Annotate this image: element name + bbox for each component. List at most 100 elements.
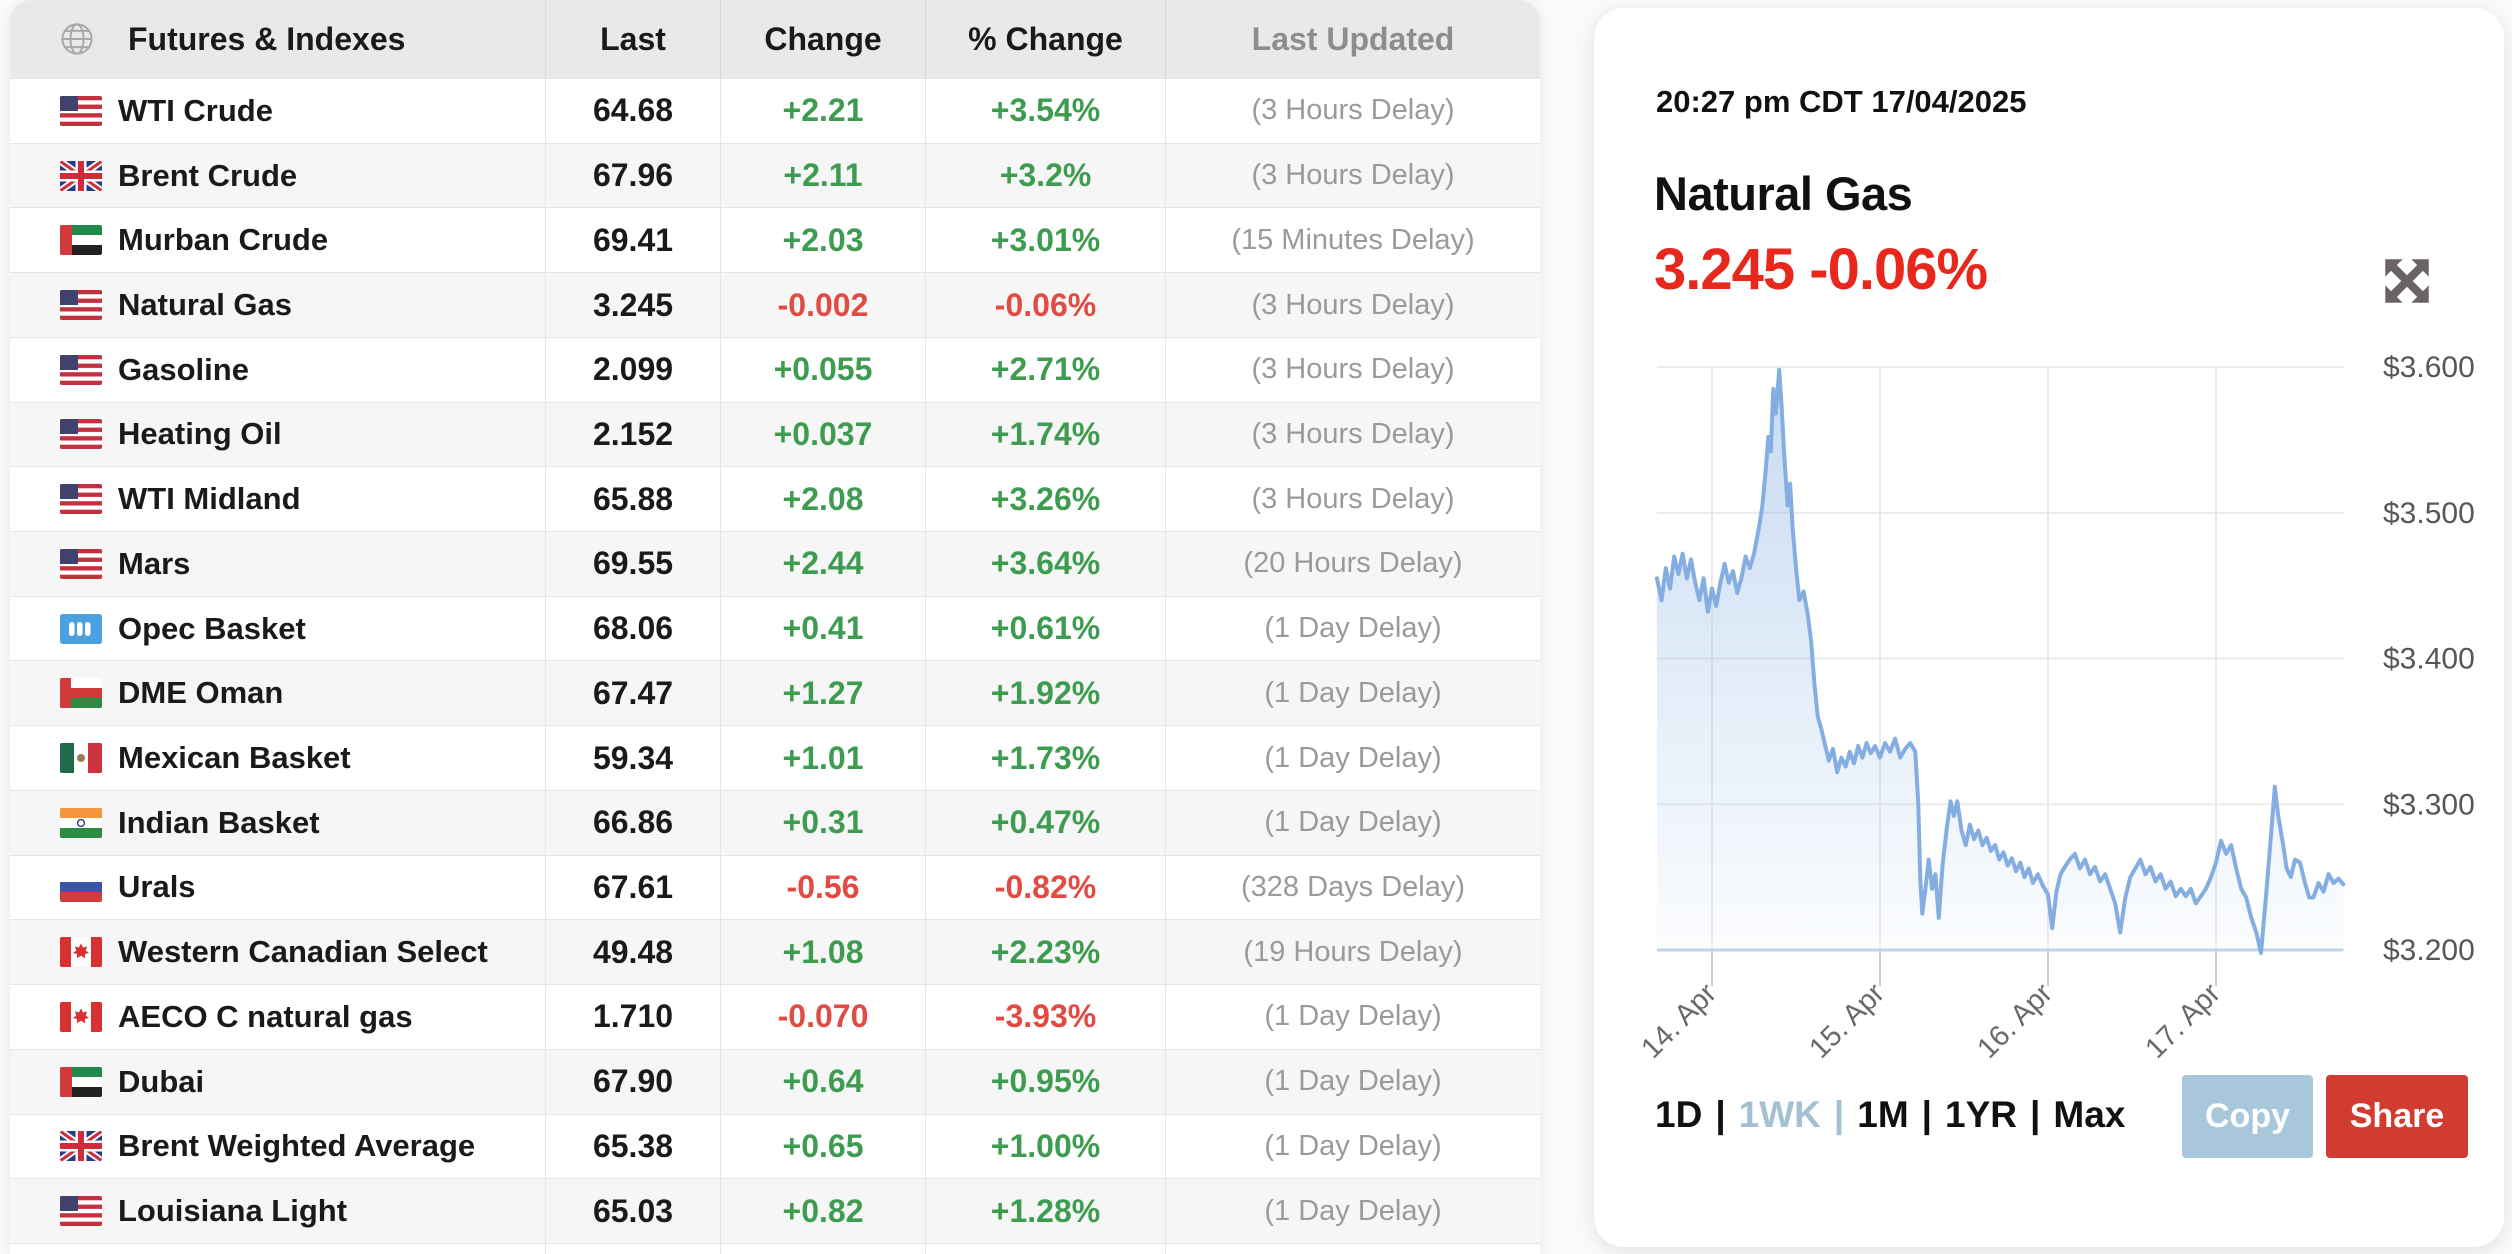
commodity-name-cell[interactable]: Western Canadian Select — [10, 920, 545, 984]
commodity-name-cell[interactable]: WTI Crude — [10, 79, 545, 143]
pct-change-cell: -0.06% — [925, 273, 1165, 337]
range-1d[interactable]: 1D — [1655, 1094, 1702, 1136]
change-cell: +0.055 — [720, 338, 925, 402]
table-header: Futures & Indexes Last Change % Change L… — [10, 0, 1540, 78]
table-row[interactable]: Heating Oil2.152+0.037+1.74%(3 Hours Del… — [10, 402, 1540, 467]
pct-change-cell: +2.23% — [925, 920, 1165, 984]
table-row[interactable]: Mars69.55+2.44+3.64%(20 Hours Delay) — [10, 531, 1540, 596]
last-updated-cell: (20 Hours Delay) — [1165, 532, 1540, 596]
instrument-price-change: 3.245 -0.06% — [1654, 236, 1987, 303]
table-row[interactable]: Urals67.61-0.56-0.82%(328 Days Delay) — [10, 855, 1540, 920]
y-axis-label: $3.600 — [2383, 351, 2475, 384]
ca-flag-icon — [60, 1002, 102, 1032]
commodity-name-cell[interactable]: AECO C natural gas — [10, 985, 545, 1049]
range-1yr[interactable]: 1YR — [1945, 1094, 2017, 1136]
pct-change-cell: +1.92% — [925, 661, 1165, 725]
last-updated-cell: (1 Day Delay) — [1165, 661, 1540, 725]
expand-arrows-icon[interactable] — [2378, 252, 2436, 310]
table-row[interactable]: DME Oman67.47+1.27+1.92%(1 Day Delay) — [10, 660, 1540, 725]
pct-change-cell: +1.73% — [925, 726, 1165, 790]
table-row[interactable]: WTI Midland65.88+2.08+3.26%(3 Hours Dela… — [10, 466, 1540, 531]
last-price-cell: 2.152 — [545, 403, 720, 467]
pct-change-cell: +0.95% — [925, 1050, 1165, 1114]
commodity-name-cell[interactable]: Mexican Basket — [10, 726, 545, 790]
last-updated-cell: (3 Hours Delay) — [1165, 273, 1540, 337]
header-label-last-updated: Last Updated — [1165, 0, 1540, 78]
commodity-name-cell[interactable]: Brent Crude — [10, 144, 545, 208]
commodity-name-cell[interactable]: WTI Midland — [10, 467, 545, 531]
price-chart: $3.600$3.500$3.400$3.300$3.20014. Apr15.… — [1594, 340, 2504, 1060]
commodity-name: Mars — [118, 546, 190, 582]
last-price-cell: 69.41 — [545, 208, 720, 272]
table-row[interactable]: AECO C natural gas1.710-0.070-3.93%(1 Da… — [10, 984, 1540, 1049]
table-row[interactable]: Dubai67.90+0.64+0.95%(1 Day Delay) — [10, 1049, 1540, 1114]
commodity-name: WTI Midland — [118, 481, 301, 517]
last-price-cell: 65.03 — [545, 1179, 720, 1243]
change-cell: +0.64 — [720, 1050, 925, 1114]
table-row[interactable]: Louisiana Light65.03+0.82+1.28%(1 Day De… — [10, 1178, 1540, 1243]
table-row[interactable]: Indian Basket66.86+0.31+0.47%(1 Day Dela… — [10, 790, 1540, 855]
share-button[interactable]: Share — [2326, 1075, 2468, 1158]
table-row[interactable]: Gasoline2.099+0.055+2.71%(3 Hours Delay) — [10, 337, 1540, 402]
table-row[interactable]: Natural Gas3.245-0.002-0.06%(3 Hours Del… — [10, 272, 1540, 337]
change-cell: +1.27 — [720, 661, 925, 725]
us-flag-icon — [60, 355, 102, 385]
change-cell: +2.08 — [720, 467, 925, 531]
commodity-name-cell[interactable]: Brent Weighted Average — [10, 1115, 545, 1179]
last-price-cell: 67.96 — [545, 144, 720, 208]
pct-change-cell: -3.93% — [925, 985, 1165, 1049]
chart-area[interactable]: $3.600$3.500$3.400$3.300$3.20014. Apr15.… — [1594, 340, 2504, 1060]
range-1m[interactable]: 1M — [1857, 1094, 1908, 1136]
last-price-cell: 67.47 — [545, 661, 720, 725]
pct-change-cell: +0.61% — [925, 597, 1165, 661]
table-row[interactable]: Mexican Basket59.34+1.01+1.73%(1 Day Del… — [10, 725, 1540, 790]
change-cell: +2.44 — [720, 532, 925, 596]
commodity-name-cell[interactable]: Murban Crude — [10, 208, 545, 272]
last-updated-cell: (1 Day Delay) — [1165, 985, 1540, 1049]
last-updated-cell: (19 Hours Delay) — [1165, 920, 1540, 984]
pct-change-cell: +1.28% — [925, 1179, 1165, 1243]
opec-flag-icon — [60, 614, 102, 644]
table-row[interactable]: Opec Basket68.06+0.41+0.61%(1 Day Delay) — [10, 596, 1540, 661]
ca-flag-icon — [60, 937, 102, 967]
range-separator: | — [1834, 1094, 1844, 1136]
time-range-selector: 1D|1WK|1M|1YR|Max — [1655, 1067, 2125, 1162]
pct-change-cell: +3.01% — [925, 208, 1165, 272]
us-flag-icon — [60, 96, 102, 126]
copy-button[interactable]: Copy — [2182, 1075, 2313, 1158]
commodity-name-cell[interactable]: Heating Oil — [10, 403, 545, 467]
table-body: WTI Crude64.68+2.21+3.54%(3 Hours Delay)… — [10, 78, 1540, 1254]
table-row[interactable]: WTI Crude64.68+2.21+3.54%(3 Hours Delay) — [10, 78, 1540, 143]
commodity-name: Mexican Basket — [118, 740, 351, 776]
commodity-name-cell[interactable]: Louisiana Light — [10, 1179, 545, 1243]
uk-flag-icon — [60, 161, 102, 191]
range-1wk[interactable]: 1WK — [1739, 1094, 1821, 1136]
commodity-name-cell[interactable]: Mars — [10, 532, 545, 596]
last-price-cell: 1.710 — [545, 985, 720, 1049]
commodity-name: Brent Weighted Average — [118, 1128, 475, 1164]
last-price-cell: 67.61 — [545, 856, 720, 920]
ae-flag-icon — [60, 1067, 102, 1097]
last-updated-cell: (1 Day Delay) — [1165, 1050, 1540, 1114]
table-row[interactable]: Brent Weighted Average65.38+0.65+1.00%(1… — [10, 1114, 1540, 1179]
commodity-name-cell[interactable]: Indian Basket — [10, 791, 545, 855]
header-futures-indexes: Futures & Indexes — [10, 0, 545, 78]
last-updated-cell: (15 Minutes Delay) — [1165, 208, 1540, 272]
table-row[interactable]: Brent Crude67.96+2.11+3.2%(3 Hours Delay… — [10, 143, 1540, 208]
commodity-name-cell[interactable]: Opec Basket — [10, 597, 545, 661]
last-price-cell: 65.88 — [545, 467, 720, 531]
mx-flag-icon — [60, 743, 102, 773]
table-row[interactable]: Western Canadian Select49.48+1.08+2.23%(… — [10, 919, 1540, 984]
commodity-name-cell[interactable]: Natural Gas — [10, 273, 545, 337]
commodity-name-cell[interactable]: Urals — [10, 856, 545, 920]
last-updated-cell: (1 Day Delay) — [1165, 1115, 1540, 1179]
uk-flag-icon — [60, 1131, 102, 1161]
commodity-name-cell[interactable]: DME Oman — [10, 661, 545, 725]
commodity-name-cell[interactable]: Gasoline — [10, 338, 545, 402]
commodity-name-cell[interactable]: Dubai — [10, 1050, 545, 1114]
table-row[interactable]: Murban Crude69.41+2.03+3.01%(15 Minutes … — [10, 207, 1540, 272]
quote-timestamp: 20:27 pm CDT 17/04/2025 — [1656, 84, 2027, 120]
last-price-cell: 64.68 — [545, 79, 720, 143]
range-max[interactable]: Max — [2053, 1094, 2125, 1136]
us-flag-icon — [60, 549, 102, 579]
